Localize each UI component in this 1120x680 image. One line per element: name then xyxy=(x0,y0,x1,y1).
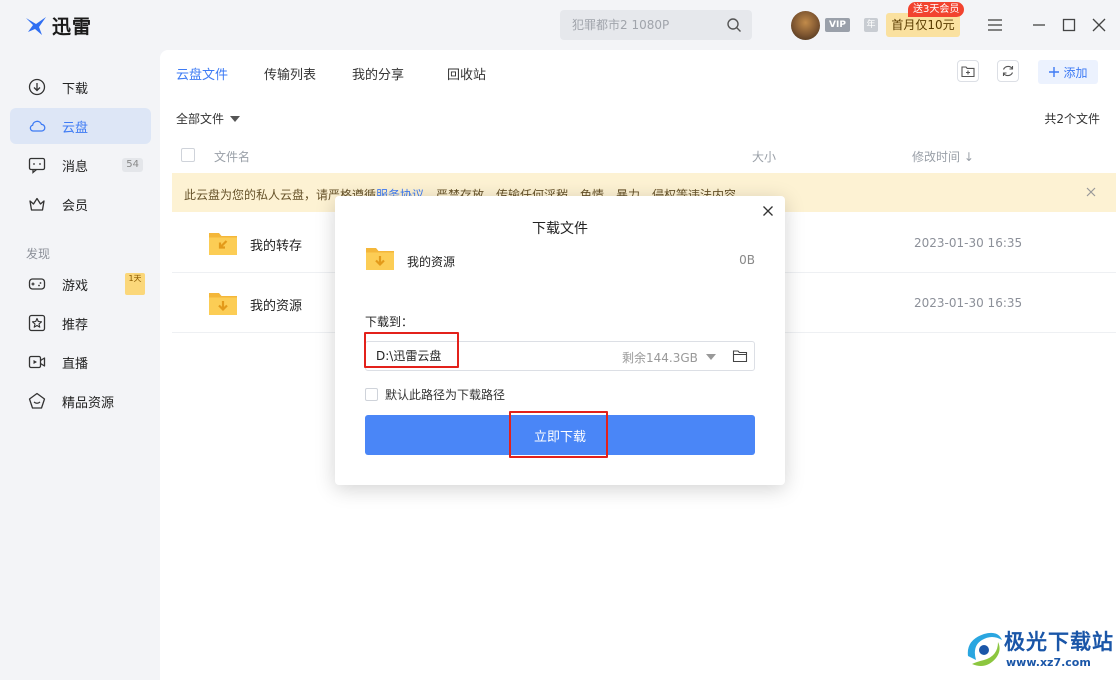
add-button[interactable]: 添加 xyxy=(1038,60,1098,84)
sidebar-item-label: 游戏 xyxy=(62,278,89,294)
download-icon xyxy=(28,78,46,96)
file-modified: 2023-01-30 16:35 xyxy=(914,236,1023,250)
column-header-name[interactable]: 文件名 xyxy=(214,148,250,165)
year-badge: 年 xyxy=(864,18,878,32)
folder-icon xyxy=(209,293,237,315)
menu-button[interactable] xyxy=(984,14,1006,36)
search-input[interactable] xyxy=(560,10,720,40)
minimize-button[interactable] xyxy=(1028,14,1050,36)
gamepad-icon xyxy=(28,275,46,293)
watermark-logo-icon xyxy=(967,632,1002,666)
tab-my-shares[interactable]: 我的分享 xyxy=(352,64,404,83)
file-name: 我的资源 xyxy=(250,299,303,314)
live-icon xyxy=(28,353,46,371)
tab-recycle-bin[interactable]: 回收站 xyxy=(447,64,486,83)
maximize-button[interactable] xyxy=(1058,14,1080,36)
sidebar-item-cloud[interactable]: 云盘 xyxy=(10,108,151,144)
download-path-field[interactable]: 剩余144.3GB xyxy=(365,341,755,371)
crown-icon xyxy=(28,195,46,213)
sidebar-item-label: 下载 xyxy=(62,81,89,97)
file-count: 共2个文件 xyxy=(1044,112,1100,126)
column-header-modified[interactable]: 修改时间 ↓ xyxy=(912,148,974,165)
file-filter-label: 全部文件 xyxy=(176,112,225,126)
caret-down-icon[interactable] xyxy=(706,354,716,360)
sidebar-item-games[interactable]: 游戏 1天 xyxy=(10,266,151,302)
download-dialog: 下载文件 我的资源 0B 下载到： 剩余144.3GB 默认此路径为下载路径 立… xyxy=(335,196,785,485)
close-icon xyxy=(1092,18,1106,32)
watermark-url: www.xz7.com xyxy=(1006,656,1091,669)
refresh-button[interactable] xyxy=(997,60,1019,82)
file-name: 我的转存 xyxy=(250,239,303,254)
sidebar-item-vip[interactable]: 会员 xyxy=(10,186,151,222)
game-badge: 1天 xyxy=(125,273,145,295)
download-path-input[interactable] xyxy=(376,348,576,362)
remaining-space: 剩余144.3GB xyxy=(622,351,698,365)
new-folder-icon xyxy=(961,66,975,78)
refresh-icon xyxy=(1002,65,1014,77)
sidebar-item-label: 直播 xyxy=(62,356,89,372)
new-folder-button[interactable] xyxy=(957,60,979,82)
cloud-icon xyxy=(28,117,46,135)
star-icon xyxy=(28,314,46,332)
dialog-title: 下载文件 xyxy=(532,221,588,237)
browse-folder-icon[interactable] xyxy=(732,348,748,364)
app-name: 迅雷 xyxy=(52,16,93,38)
add-button-label: 添加 xyxy=(1063,65,1088,80)
sidebar-item-premium-resources[interactable]: 精品资源 xyxy=(10,383,151,419)
download-now-button[interactable]: 立即下载 xyxy=(365,415,755,455)
minimize-icon xyxy=(1033,24,1045,26)
sidebar-item-label: 消息 xyxy=(62,159,89,175)
tab-cloud-files[interactable]: 云盘文件 xyxy=(176,64,228,83)
sidebar-item-label: 精品资源 xyxy=(62,395,115,411)
diamond-icon xyxy=(28,392,46,410)
checkbox[interactable] xyxy=(365,388,378,401)
dialog-file-name: 我的资源 xyxy=(407,255,456,269)
discover-section-title: 发现 xyxy=(26,247,51,261)
close-icon[interactable] xyxy=(761,204,775,218)
column-header-size[interactable]: 大小 xyxy=(752,148,776,165)
sidebar-item-download[interactable]: 下载 xyxy=(10,69,151,105)
sidebar: 下载 云盘 消息 54 会员 发现 游戏 1天 推荐 直播 精品资源 xyxy=(0,50,160,680)
maximize-icon xyxy=(1062,18,1076,32)
watermark-title: 极光下载站 xyxy=(1004,630,1114,654)
close-button[interactable] xyxy=(1088,14,1110,36)
search-box[interactable] xyxy=(560,10,752,40)
plus-icon xyxy=(1049,67,1060,77)
user-avatar[interactable] xyxy=(791,11,820,40)
sidebar-item-messages[interactable]: 消息 54 xyxy=(10,147,151,183)
folder-icon xyxy=(209,233,237,255)
caret-down-icon xyxy=(230,115,241,122)
watermark: 极光下载站 www.xz7.com xyxy=(962,624,1114,676)
file-modified: 2023-01-30 16:35 xyxy=(914,296,1023,310)
sidebar-item-label: 会员 xyxy=(62,198,89,214)
download-to-label: 下载到： xyxy=(365,315,414,329)
file-filter-dropdown[interactable]: 全部文件 xyxy=(176,110,241,127)
sidebar-item-label: 推荐 xyxy=(62,317,89,333)
default-path-label: 默认此路径为下载路径 xyxy=(385,388,506,402)
search-icon[interactable] xyxy=(726,17,742,33)
vip-badge: VIP xyxy=(825,18,850,32)
app-logo: 迅雷 xyxy=(24,12,92,39)
sidebar-item-recommend[interactable]: 推荐 xyxy=(10,305,151,341)
default-path-checkbox[interactable]: 默认此路径为下载路径 xyxy=(365,386,505,403)
dialog-file-size: 0B xyxy=(739,253,755,267)
message-count-badge: 54 xyxy=(122,158,143,172)
promo-tag: 送3天会员 xyxy=(908,2,965,17)
thunder-bird-icon xyxy=(26,16,46,35)
select-all-checkbox[interactable] xyxy=(181,148,195,162)
close-icon[interactable] xyxy=(1084,185,1098,199)
sidebar-item-live[interactable]: 直播 xyxy=(10,344,151,380)
tab-transfer-list[interactable]: 传输列表 xyxy=(264,64,316,83)
message-icon xyxy=(28,156,46,174)
title-bar: 迅雷 VIP 年 首月仅10元 送3天会员 xyxy=(0,0,1120,50)
folder-icon xyxy=(366,248,394,270)
sidebar-item-label: 云盘 xyxy=(62,120,89,136)
hamburger-icon xyxy=(988,19,1002,31)
